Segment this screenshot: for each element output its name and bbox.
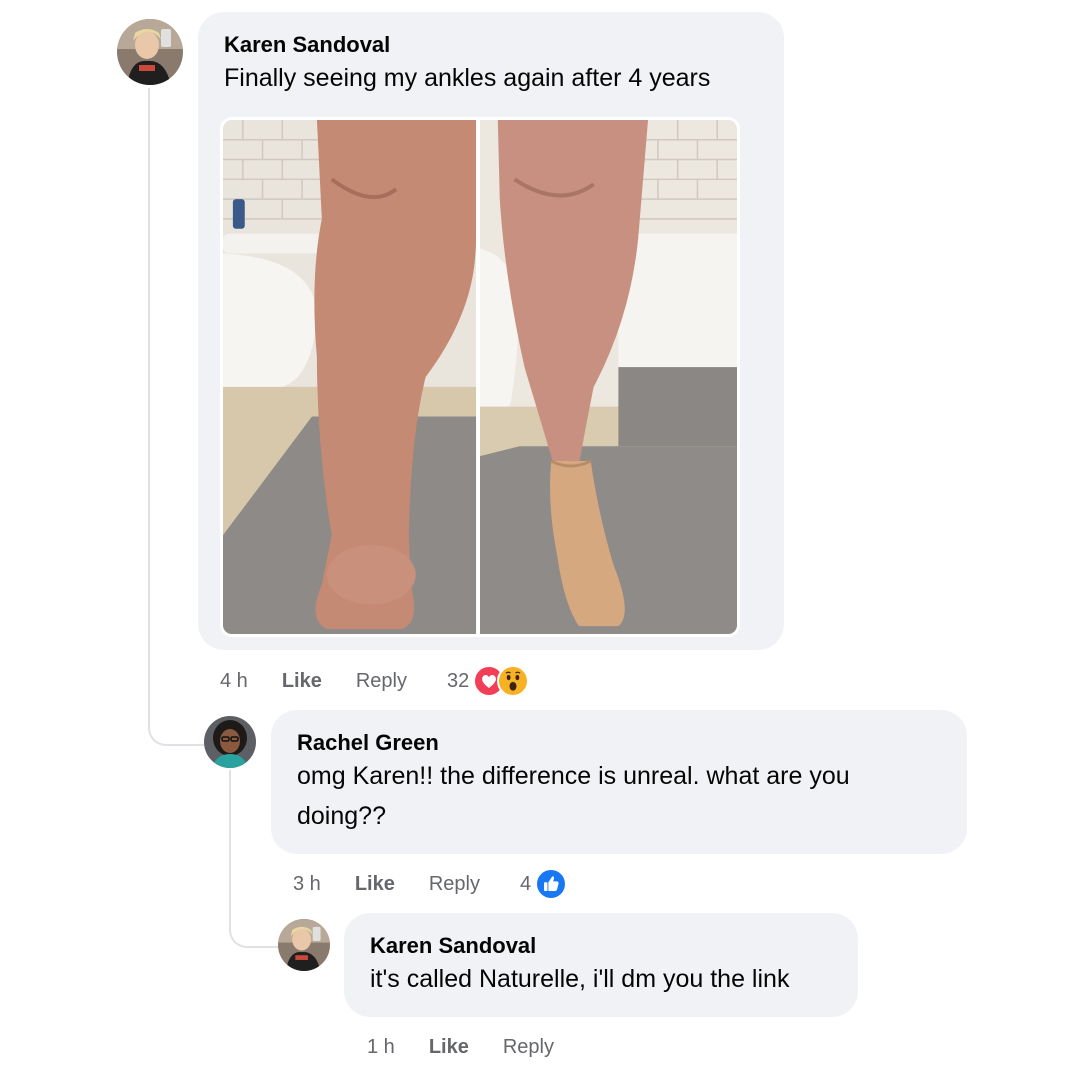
comment-text: it's called Naturelle, i'll dm you the l… [370,965,790,993]
comment-actions-1: 4 h Like Reply 32 [220,664,530,698]
reply-button[interactable]: Reply [356,670,407,693]
thread-connector-reply-1 [148,700,204,746]
reply-button[interactable]: Reply [429,873,480,896]
comment-timestamp[interactable]: 1 h [367,1036,395,1059]
comment-bubble-3: Karen Sandoval it's called Naturelle, i'… [344,913,858,1017]
comment-actions-2: 3 h Like Reply 4 [293,867,568,901]
comment-timestamp[interactable]: 4 h [220,670,248,693]
comment-timestamp[interactable]: 3 h [293,873,321,896]
reaction-count[interactable]: 32 [447,670,469,693]
avatar-photo [117,19,183,85]
avatar-karen-sandoval[interactable] [278,919,330,971]
like-button[interactable]: Like [355,873,395,896]
avatar-photo [278,919,330,971]
comment-bubble-2: Rachel Green omg Karen!! the difference … [271,710,967,854]
reaction-count[interactable]: 4 [520,873,531,896]
avatar-photo [204,716,256,768]
like-reaction-icon[interactable] [535,868,568,900]
comment-author[interactable]: Rachel Green [297,730,439,756]
thread-line-main [148,88,150,708]
comment-author[interactable]: Karen Sandoval [224,32,390,58]
avatar-karen-sandoval[interactable] [117,19,183,85]
wow-reaction-icon[interactable] [497,665,530,697]
reply-button[interactable]: Reply [503,1036,554,1059]
like-button[interactable]: Like [282,670,322,693]
comment-attachment-photo[interactable] [220,117,740,637]
comment-text: omg Karen!! the difference is unreal. wh… [297,762,850,830]
like-button[interactable]: Like [429,1036,469,1059]
comment-bubble-1: Karen Sandoval Finally seeing my ankles … [198,12,784,650]
thread-line-reply [229,770,231,910]
comment-text: Finally seeing my ankles again after 4 y… [224,64,711,92]
avatar-rachel-green[interactable] [204,716,256,768]
comment-actions-3: 1 h Like Reply [367,1030,594,1064]
comment-author[interactable]: Karen Sandoval [370,933,536,959]
before-after-legs-image [223,120,737,634]
thread-connector-reply-2 [229,900,279,948]
